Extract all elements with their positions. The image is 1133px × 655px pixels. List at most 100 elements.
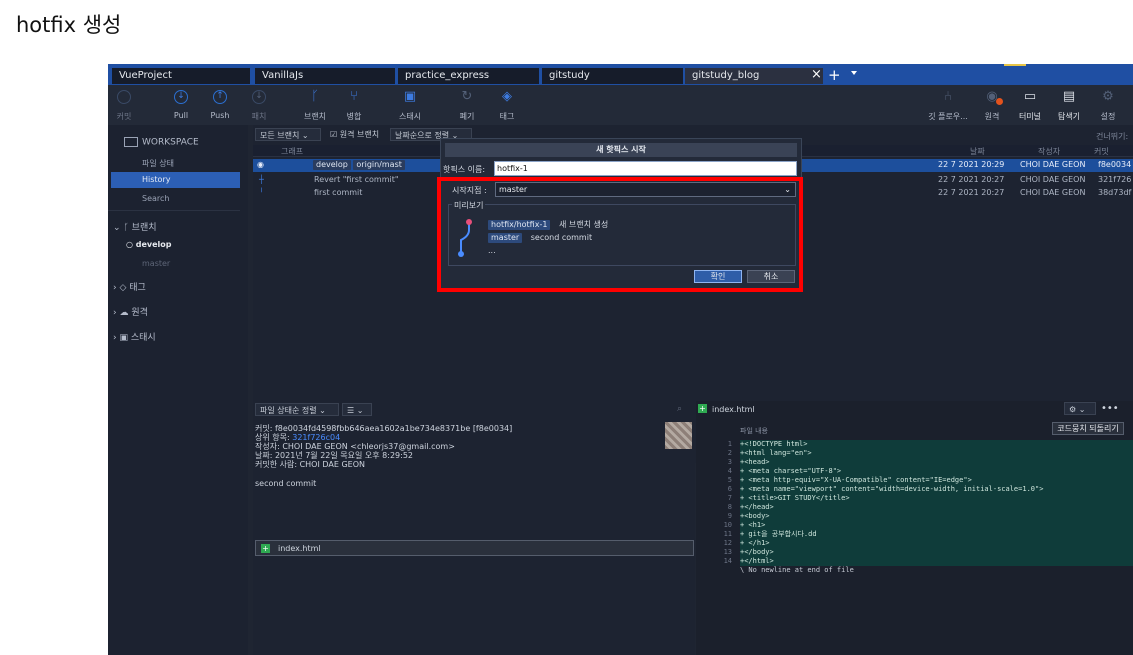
explorer-label: 탐색기	[1057, 112, 1081, 121]
diff-line-added: +<!DOCTYPE html>	[740, 440, 1133, 449]
pull-button[interactable]: ↓ Pull	[161, 85, 201, 125]
tab-practice-express[interactable]: practice_express	[398, 68, 539, 84]
tab-dropdown-icon[interactable]	[851, 71, 857, 75]
remotes-label: 원격	[131, 308, 148, 318]
committer-line: 커밋한 사람: CHOI DAE GEON	[255, 460, 366, 469]
settings-label: 설정	[1100, 112, 1116, 121]
gitflow-button[interactable]: ⑃ 깃 플로우...	[928, 85, 968, 125]
fetch-icon: ↓	[252, 90, 266, 104]
tag-develop: develop	[313, 160, 351, 170]
view-mode-dropdown[interactable]: ☰ ⌄	[342, 403, 372, 416]
sidebar-section-stashes[interactable]: › ▣ 스태시	[113, 330, 245, 343]
commit-date: 22 7 2021 20:27	[938, 188, 1005, 197]
commit-icon	[117, 90, 131, 104]
pull-label: Pull	[173, 111, 189, 120]
diff-line-added: + <meta http-equiv="X-UA-Compatible" con…	[740, 476, 1133, 485]
branch-filter-dropdown[interactable]: 모든 브랜치 ⌄	[255, 128, 321, 141]
tab-gitstudy[interactable]: gitstudy	[542, 68, 683, 84]
branch-label: 브랜치	[303, 112, 327, 121]
commit-hash: f8e0034	[1098, 160, 1132, 169]
gear-icon: ⚙	[1102, 89, 1114, 104]
gitflow-label: 깃 플로우...	[928, 112, 968, 121]
sidebar-section-tags[interactable]: › ◇ 태그	[113, 280, 245, 293]
commit-label: 커밋	[116, 112, 132, 121]
terminal-label: 터미널	[1018, 112, 1042, 121]
diff-line-number: 14	[723, 557, 732, 565]
merge-button[interactable]: ⑂ 병합	[334, 85, 374, 125]
file-sort-dropdown[interactable]: 파일 상태순 정렬 ⌄	[255, 403, 339, 416]
diff-line-added: +</html>	[740, 557, 1133, 566]
dialog-title: 새 핫픽스 시작	[445, 143, 797, 157]
hotfix-name-input[interactable]: hotfix-1	[494, 161, 797, 176]
remote-alert-badge	[996, 98, 1003, 105]
explorer-button[interactable]: ▤ 탐색기	[1049, 85, 1089, 125]
more-options-icon[interactable]: •••	[1101, 403, 1119, 414]
commit-tags: develop origin/mast	[313, 160, 405, 170]
diff-line-added: +<body>	[740, 512, 1133, 521]
hotfix-name-label: 핫픽스 이름:	[443, 165, 486, 174]
settings-button[interactable]: ⚙ 설정	[1088, 85, 1128, 125]
commit-message: Revert "first commit"	[314, 175, 399, 184]
main-toolbar: 커밋 ↓ Pull ↑ Push ↓ 패치 ᚴ 브랜치 ⑂ 병합 ▣ 스태시 ↻…	[108, 85, 1133, 125]
highlight-box	[437, 177, 803, 292]
diff-line-number: 6	[727, 485, 732, 493]
merge-label: 병합	[346, 112, 362, 121]
commit-button[interactable]: 커밋	[108, 85, 144, 125]
sidebar-item-history[interactable]: History	[111, 172, 240, 188]
diff-hunk-header: 파일 내용	[740, 427, 768, 435]
diff-file-name: index.html	[712, 405, 755, 414]
close-tab-icon[interactable]: ×	[811, 67, 822, 82]
sidebar-workspace: WORKSPACE	[124, 137, 256, 148]
avatar	[665, 422, 692, 449]
commit-hash: 38d73df	[1098, 188, 1132, 197]
branch-button[interactable]: ᚴ 브랜치	[295, 85, 335, 125]
diff-settings-dropdown[interactable]: ⚙ ⌄	[1064, 402, 1096, 415]
add-tab-icon[interactable]: +	[828, 66, 841, 84]
tab-vanillajs[interactable]: VanillaJs	[255, 68, 395, 84]
tag-button[interactable]: ◈ 태그	[487, 85, 527, 125]
branches-label: 브랜치	[131, 223, 157, 233]
workspace-label: WORKSPACE	[142, 137, 199, 148]
diff-line-number: 8	[727, 503, 732, 511]
cloud-icon: ☁	[119, 308, 132, 318]
search-icon[interactable]: ⌕	[677, 404, 682, 414]
diff-line-added: + git을 공부합시다.dd	[740, 530, 1133, 539]
changed-file-row[interactable]: + index.html	[255, 540, 694, 556]
revert-hunk-button[interactable]: 코드뭉치 되돌리기	[1052, 422, 1124, 435]
remote-button[interactable]: ◉ 원격	[972, 85, 1012, 125]
tags-label: 태그	[129, 283, 146, 293]
sidebar-item-branch-develop[interactable]: ○ develop	[126, 240, 258, 249]
graph-node-icon: ╵	[259, 188, 264, 197]
discard-button[interactable]: ↻ 폐기	[447, 85, 487, 125]
tag-origin-master: origin/mast	[353, 160, 405, 170]
sidebar-section-remotes[interactable]: › ☁ 원격	[113, 305, 245, 318]
diff-line-number: 7	[727, 494, 732, 502]
page-heading: hotfix 생성	[16, 13, 122, 37]
remote-branches-checkbox[interactable]: ☑ 원격 브랜치	[326, 128, 384, 141]
diff-line-added: +</body>	[740, 548, 1133, 557]
commit-author: CHOI DAE GEON	[1020, 188, 1086, 197]
tag-icon: ◈	[502, 89, 512, 104]
push-button[interactable]: ↑ Push	[200, 85, 240, 125]
current-branch-icon: ○	[126, 240, 136, 249]
diff-line-number: 4	[727, 467, 732, 475]
skip-label: 건너뛰기:	[1096, 132, 1129, 141]
sidebar-section-branches[interactable]: ⌄ ᚴ 브랜치	[113, 220, 245, 233]
tab-gitstudy-blog[interactable]: gitstudy_blog	[685, 68, 823, 84]
stash-button[interactable]: ▣ 스태시	[390, 85, 430, 125]
terminal-button[interactable]: ▭ 터미널	[1010, 85, 1050, 125]
diff-line-number: 9	[727, 512, 732, 520]
diff-line-number: 13	[723, 548, 732, 556]
sidebar-divider	[108, 210, 240, 211]
branch-icon: ᚴ	[123, 223, 132, 233]
diff-no-newline-note: \ No newline at end of file	[740, 566, 854, 574]
stash-icon: ▣	[119, 333, 131, 343]
fetch-button[interactable]: ↓ 패치	[239, 85, 279, 125]
branch-icon: ᚴ	[311, 89, 319, 104]
develop-label: develop	[135, 240, 172, 249]
push-label: Push	[210, 111, 230, 120]
list-icon: ☰	[347, 406, 355, 415]
graph-node-icon: ┼	[259, 175, 264, 184]
diff-line-added: + <meta charset="UTF-8">	[740, 467, 1133, 476]
tab-vueproject[interactable]: VueProject	[112, 68, 250, 84]
